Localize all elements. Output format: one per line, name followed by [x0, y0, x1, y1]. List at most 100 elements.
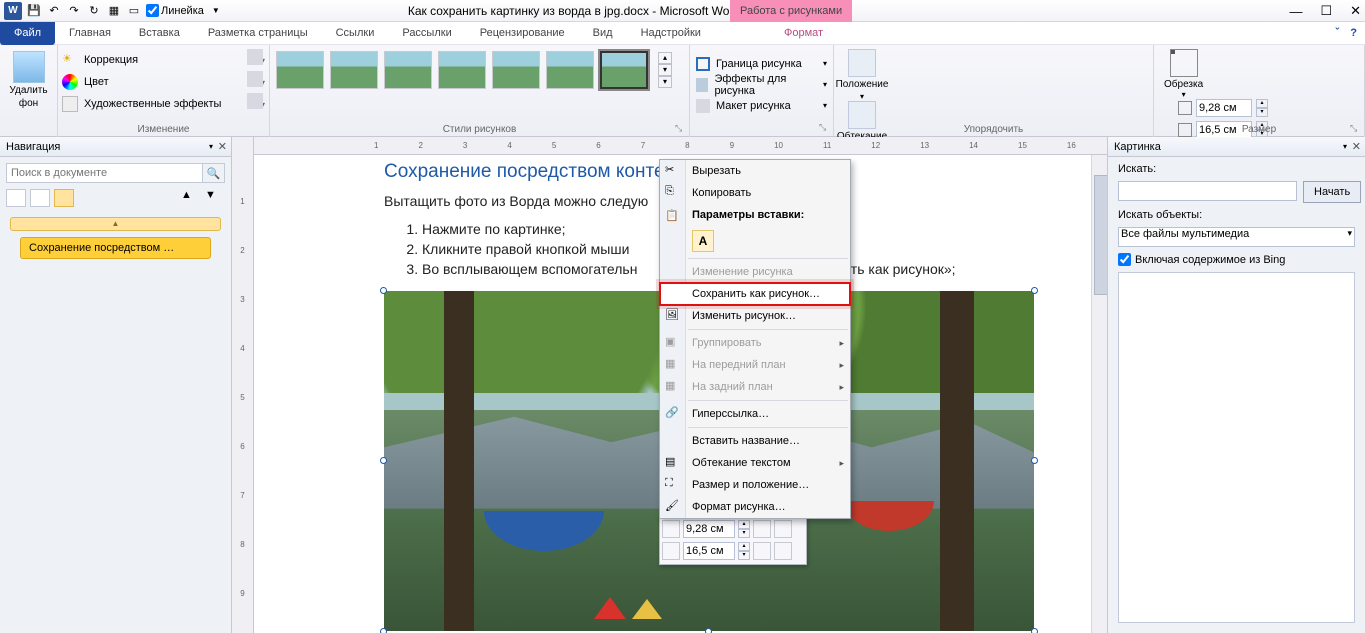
ctx-cut[interactable]: ✂Вырезать [660, 160, 850, 182]
clipart-go-button[interactable]: Начать [1303, 181, 1361, 203]
nav-view-pages[interactable] [30, 189, 50, 207]
picture-effects-button[interactable]: Эффекты для рисунка▾ [696, 73, 827, 97]
tab-references[interactable]: Ссылки [322, 22, 389, 45]
mini-width-input[interactable] [683, 542, 735, 560]
document-area[interactable]: 12345678910111213141516 Сохранение посре… [254, 137, 1107, 633]
spin-down-icon[interactable]: ▾ [738, 529, 750, 538]
ctx-size-position[interactable]: ⛶Размер и положение… [660, 474, 850, 496]
qat-dropdown-icon[interactable]: ▼ [208, 3, 224, 19]
style-thumb[interactable] [492, 51, 540, 89]
gallery-more-icon[interactable]: ▾ [658, 76, 672, 88]
nav-view-headings[interactable] [6, 189, 26, 207]
height-input[interactable] [1196, 99, 1252, 117]
resize-handle[interactable] [1031, 628, 1038, 633]
resize-handle[interactable] [380, 287, 387, 294]
send-backward-icon[interactable] [774, 520, 792, 538]
picture-style-gallery[interactable]: ▴ ▾ ▾ [276, 51, 683, 89]
spin-up-icon[interactable]: ▴ [738, 520, 750, 529]
search-icon[interactable]: 🔍 [203, 163, 225, 183]
nav-next-icon[interactable]: ▼ [205, 189, 225, 207]
crop-button[interactable]: Обрезка ▾ [1164, 49, 1203, 99]
chevron-down-icon[interactable]: ▾ [1343, 142, 1347, 151]
dialog-launcher-icon[interactable]: ⤡ [819, 122, 831, 134]
gallery-up-icon[interactable]: ▴ [658, 52, 672, 64]
picture-border-button[interactable]: Граница рисунка▾ [696, 57, 827, 71]
position-button[interactable]: Положение ▾ [840, 49, 884, 101]
spin-down-icon[interactable]: ▾ [738, 551, 750, 560]
corrections-button[interactable]: ☀ Коррекция ▾ [62, 49, 265, 71]
nav-collapse-bar[interactable]: ▲ [10, 217, 221, 231]
contextual-tool-tab[interactable]: Работа с рисунками [730, 0, 852, 22]
style-thumb[interactable] [276, 51, 324, 89]
tab-home[interactable]: Главная [55, 22, 125, 45]
mini-height-input[interactable] [683, 520, 735, 538]
nav-heading-item[interactable]: Сохранение посредством … [20, 237, 211, 259]
redo-icon[interactable]: ↷ [66, 3, 82, 19]
tab-review[interactable]: Рецензирование [466, 22, 579, 45]
ctx-save-as-picture[interactable]: Сохранить как рисунок… [660, 283, 850, 305]
clipart-bing-checkbox[interactable]: Включая содержимое из Bing [1118, 253, 1355, 266]
bring-forward-icon[interactable] [753, 520, 771, 538]
ribbon-minimize-icon[interactable]: ˇ [1335, 27, 1339, 39]
scrollbar-thumb[interactable] [1094, 175, 1107, 295]
spin-up-icon[interactable]: ▴ [738, 542, 750, 551]
resize-handle[interactable] [1031, 287, 1038, 294]
style-thumb[interactable] [438, 51, 486, 89]
resize-handle[interactable] [1031, 457, 1038, 464]
undo-icon[interactable]: ↶ [46, 3, 62, 19]
tab-addins[interactable]: Надстройки [627, 22, 715, 45]
crop-icon[interactable] [753, 542, 771, 560]
save-icon[interactable]: 💾 [26, 3, 42, 19]
ctx-text-wrap[interactable]: ▤Обтекание текстом▸ [660, 452, 850, 474]
remove-background-icon[interactable] [13, 51, 45, 83]
maximize-icon[interactable]: ☐ [1320, 3, 1332, 19]
picture-layout-button[interactable]: Макет рисунка▾ [696, 99, 827, 113]
artistic-effects-button[interactable]: Художественные эффекты ▾ [62, 93, 265, 115]
bing-toggle[interactable] [1118, 253, 1131, 266]
repeat-icon[interactable]: ↻ [86, 3, 102, 19]
clipart-media-type-select[interactable]: Все файлы мультимедиа▾ [1118, 227, 1355, 247]
ctx-copy[interactable]: ⎘Копировать [660, 182, 850, 204]
close-icon[interactable]: ✕ [1352, 140, 1361, 153]
vertical-scrollbar[interactable] [1091, 155, 1107, 633]
style-thumb[interactable] [384, 51, 432, 89]
style-thumb-selected[interactable] [600, 51, 648, 89]
word-app-icon[interactable]: W [4, 2, 22, 20]
ruler-checkbox[interactable]: Линейка [146, 4, 204, 17]
gallery-down-icon[interactable]: ▾ [658, 64, 672, 76]
chevron-down-icon[interactable]: ▾ [209, 142, 213, 151]
rotate-icon[interactable] [774, 542, 792, 560]
tab-format[interactable]: Формат [770, 22, 837, 45]
nav-prev-icon[interactable]: ▲ [181, 189, 201, 207]
change-picture-icon[interactable] [247, 71, 263, 87]
ctx-insert-caption[interactable]: Вставить название… [660, 430, 850, 452]
help-icon[interactable]: ? [1350, 27, 1357, 39]
style-thumb[interactable] [330, 51, 378, 89]
resize-handle[interactable] [380, 457, 387, 464]
ctx-format-picture[interactable]: 🖌Формат рисунка… [660, 496, 850, 518]
paste-keep-source-icon[interactable]: A [692, 230, 714, 252]
tab-page-layout[interactable]: Разметка страницы [194, 22, 322, 45]
table-icon[interactable]: ▦ [106, 3, 122, 19]
tab-mailings[interactable]: Рассылки [388, 22, 465, 45]
close-icon[interactable]: ✕ [218, 140, 227, 153]
ctx-paste-option[interactable]: A [660, 226, 850, 256]
resize-handle[interactable] [380, 628, 387, 633]
dialog-launcher-icon[interactable]: ⤡ [1350, 123, 1362, 135]
tab-file[interactable]: Файл [0, 22, 55, 45]
style-thumb[interactable] [546, 51, 594, 89]
tab-view[interactable]: Вид [579, 22, 627, 45]
dialog-launcher-icon[interactable]: ⤡ [675, 123, 687, 135]
resize-handle[interactable] [705, 628, 712, 633]
compress-pictures-icon[interactable] [247, 49, 263, 65]
ctx-hyperlink[interactable]: 🔗Гиперссылка… [660, 403, 850, 425]
open-icon[interactable]: ▭ [126, 3, 142, 19]
minimize-icon[interactable]: — [1289, 4, 1302, 19]
nav-view-results[interactable] [54, 189, 74, 207]
ruler-toggle[interactable] [146, 4, 159, 17]
close-icon[interactable]: ✕ [1350, 3, 1361, 19]
spin-up-icon[interactable]: ▴ [1256, 99, 1268, 108]
ctx-change-picture[interactable]: 🖼Изменить рисунок… [660, 305, 850, 327]
nav-search-input[interactable] [6, 163, 203, 183]
reset-picture-icon[interactable] [247, 93, 263, 109]
